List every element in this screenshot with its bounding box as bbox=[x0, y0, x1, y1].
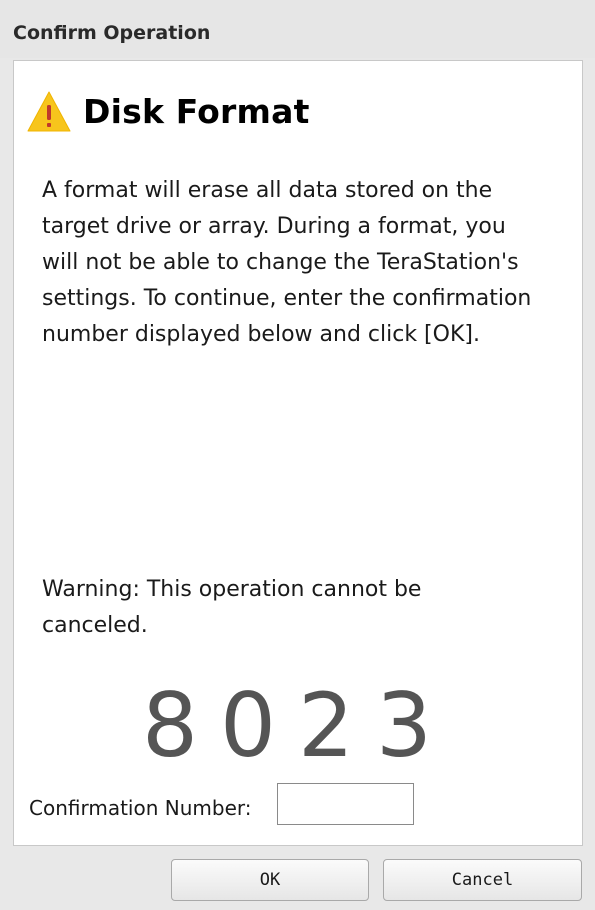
description-line: settings. To continue, enter the confirm… bbox=[42, 286, 532, 311]
warning-icon bbox=[27, 91, 71, 132]
warning-line: Warning: This operation cannot be bbox=[42, 577, 422, 602]
ok-button[interactable]: OK bbox=[171, 859, 369, 901]
description-line: target drive or array. During a format, … bbox=[42, 214, 506, 239]
description-line: number displayed below and click [OK]. bbox=[42, 322, 480, 347]
confirm-operation-dialog: Confirm Operation Disk Format A format w… bbox=[0, 0, 595, 910]
confirmation-code: 8023 bbox=[142, 674, 454, 777]
warning-line: canceled. bbox=[42, 613, 148, 638]
dialog-heading: Disk Format bbox=[83, 92, 310, 131]
description-text: A format will erase all data stored on t… bbox=[42, 173, 582, 353]
confirmation-number-input[interactable] bbox=[277, 783, 414, 825]
description-line: A format will erase all data stored on t… bbox=[42, 178, 493, 203]
cancel-button[interactable]: Cancel bbox=[383, 859, 582, 901]
confirmation-number-label: Confirmation Number: bbox=[29, 796, 252, 820]
warning-text: Warning: This operation cannot be cancel… bbox=[42, 572, 421, 644]
dialog-title-bar[interactable]: Confirm Operation bbox=[0, 0, 595, 58]
dialog-content: Disk Format A format will erase all data… bbox=[13, 60, 583, 846]
dialog-title: Confirm Operation bbox=[13, 22, 211, 44]
description-line: will not be able to change the TeraStati… bbox=[42, 250, 519, 275]
